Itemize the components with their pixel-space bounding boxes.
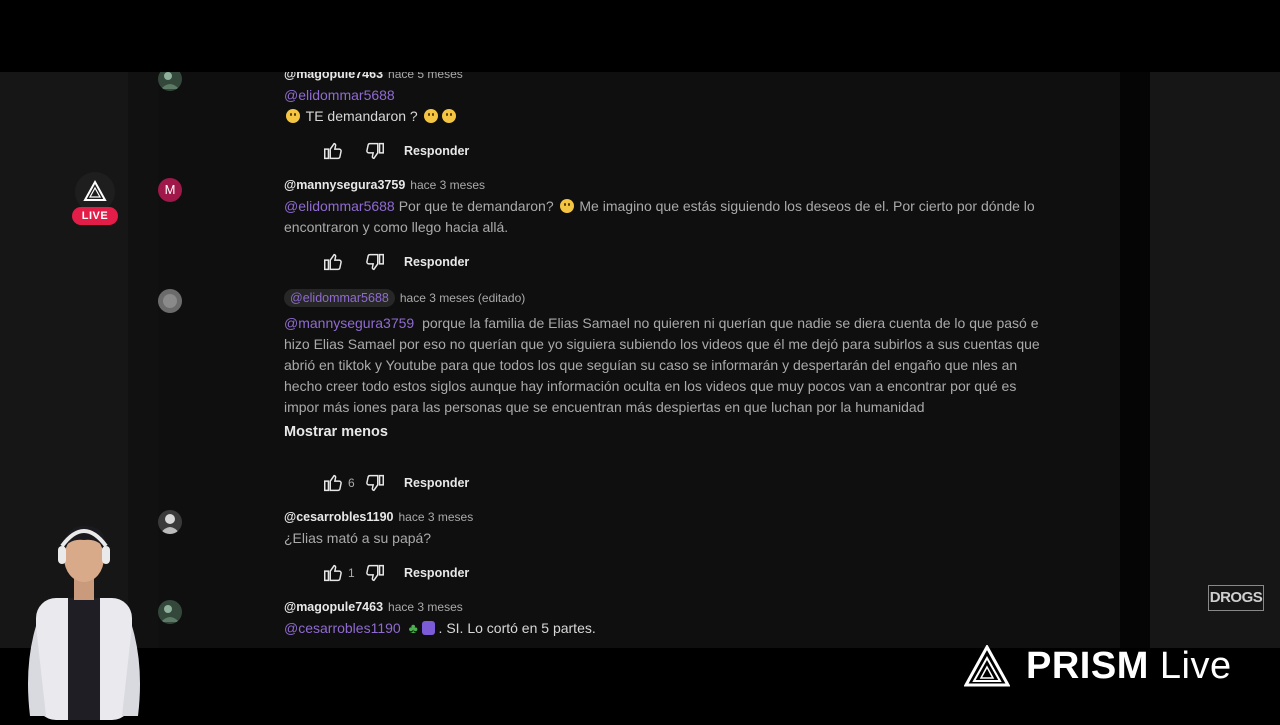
right-panel [1150,72,1280,648]
comment: @magopule7463 hace 5 meses @elidommar568… [158,72,1064,127]
dislike-icon[interactable] [364,472,386,494]
comment: @cesarrobles1190 hace 3 meses ¿Elias mat… [158,510,1064,549]
avatar-image [158,289,182,313]
comment-actions: Responder [322,139,469,163]
avatar[interactable] [158,289,182,313]
clover-emoji-icon: ♣ [408,620,418,636]
avatar[interactable] [158,600,182,624]
dislike-icon[interactable] [364,140,386,162]
comment-author[interactable]: @cesarrobles1190 [284,510,394,524]
comment-text: @mannysegura3759 porque la familia de El… [284,313,1054,418]
flushed-emoji-icon [423,109,438,123]
comment: @magopule7463 hace 3 meses @cesarrobles1… [158,600,1064,639]
comment-time[interactable]: hace 3 meses [410,178,485,192]
dislike-icon[interactable] [364,251,386,273]
prism-live-logo: PRISM Live [964,642,1232,690]
avatar-letter: M [164,182,176,197]
comment-text: @cesarrobles1190 ♣ . SI. Lo cortó en 5 p… [284,618,1064,639]
comment-author[interactable]: @magopule7463 [284,600,383,614]
like-icon[interactable] [322,251,344,273]
avatar[interactable] [158,72,182,91]
comment-actions: 1 Responder [322,561,469,585]
avatar[interactable] [158,510,182,534]
triangle-icon [83,179,107,201]
avatar-image [158,72,182,91]
like-icon[interactable] [322,140,344,162]
like-icon[interactable] [322,562,344,584]
comment-author[interactable]: @magopule7463 [284,72,383,81]
avatar-image [158,510,182,534]
mention-link[interactable]: @mannysegura3759 [284,315,414,331]
avatar-image [158,600,182,624]
comment-text: @elidommar5688 TE demandaron ? [284,85,1064,127]
brand-suffix: Live [1159,644,1232,687]
comment-body: TE demandaron ? [305,108,418,124]
comment-time[interactable]: hace 3 meses [388,600,463,614]
live-label: LIVE [72,207,118,225]
like-icon[interactable] [322,472,344,494]
prism-triangle-icon [964,645,1010,687]
reply-button[interactable]: Responder [404,144,469,158]
comment-body-part2: Me imagino que estás siguiendo los deseo… [284,198,1035,235]
channel-watermark: DROGS [1208,585,1264,621]
comment: M @mannysegura3759 hace 3 meses @elidomm… [158,178,1064,238]
avatar[interactable]: M [158,178,182,202]
live-badge: LIVE [72,172,118,226]
mention-link[interactable]: @elidommar5688 [284,87,395,103]
comment: @elidommar5688 hace 3 meses (editado) @m… [158,289,1064,440]
mention-link[interactable]: @cesarrobles1190 [284,620,401,636]
watermark-text: DROGS [1208,585,1264,611]
mention-link[interactable]: @elidommar5688 [284,198,395,214]
reply-button[interactable]: Responder [404,476,469,490]
comment-body: . SI. Lo cortó en 5 partes. [438,620,596,636]
reply-button[interactable]: Responder [404,255,469,269]
comment-time[interactable]: hace 3 meses [399,510,474,524]
brand-name: PRISM [1026,644,1149,687]
comment-author[interactable]: @elidommar5688 [284,289,395,307]
prism-live-text: PRISM Live [1026,645,1232,688]
like-count: 1 [348,566,355,580]
comment-actions: 6 Responder [322,471,469,495]
comment-body: ¿Elias mató a su papá? [284,530,432,546]
show-less-button[interactable]: Mostrar menos [284,424,1064,440]
comment-time[interactable]: hace 5 meses [388,72,463,81]
worried-emoji-icon [559,199,574,213]
comment-thread: @magopule7463 hace 5 meses @elidommar568… [158,72,1120,648]
right-divider [1120,72,1150,648]
dislike-icon[interactable] [364,562,386,584]
comment-actions: Responder [322,250,469,274]
comment-author[interactable]: @mannysegura3759 [284,178,405,192]
flushed-emoji-icon [441,109,456,123]
flushed-emoji-icon [286,109,300,123]
streamer-avatar-image [16,516,144,720]
comment-text: ¿Elias mató a su papá? [284,528,1064,549]
comment-time[interactable]: hace 3 meses (editado) [400,291,525,305]
like-count: 6 [348,476,355,490]
comment-body-part1: Por que te demandaron? [398,198,554,214]
prism-logo-icon [75,172,115,212]
person-emoji-icon [421,621,435,635]
video-frame: @magopule7463 hace 5 meses @elidommar568… [0,72,1280,648]
comment-text: @elidommar5688 Por que te demandaron? Me … [284,196,1064,238]
reply-button[interactable]: Responder [404,566,469,580]
